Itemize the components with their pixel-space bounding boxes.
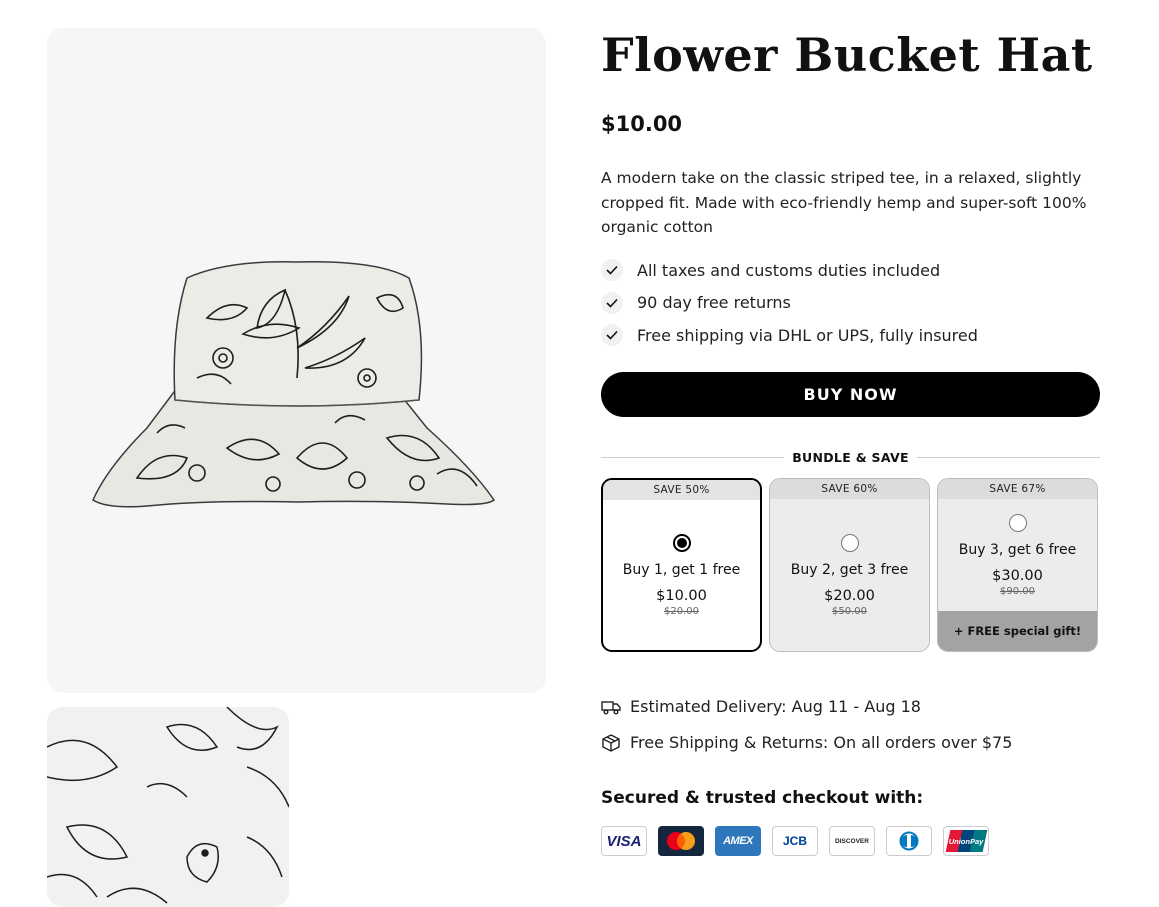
feature-list: All taxes and customs duties included 90…: [601, 254, 978, 352]
package-icon: [602, 733, 620, 752]
bundle-option-3[interactable]: SAVE 67% Buy 3, get 6 free $30.00 $90.00…: [937, 478, 1098, 652]
save-badge: SAVE 67%: [938, 479, 1097, 499]
feature-item: Free shipping via DHL or UPS, fully insu…: [601, 319, 978, 352]
estimated-delivery: Estimated Delivery: Aug 11 - Aug 18: [601, 697, 921, 716]
free-gift-banner: + FREE special gift!: [938, 611, 1097, 651]
main-product-image[interactable]: [47, 28, 546, 693]
unionpay-icon: UnionPay: [943, 826, 989, 856]
product-title: Flower Bucket Hat: [601, 28, 1093, 82]
bundle-price: $10.00: [656, 588, 707, 604]
bundle-option-1[interactable]: SAVE 50% Buy 1, get 1 free $10.00 $20.00: [601, 478, 762, 652]
save-badge: SAVE 60%: [770, 479, 929, 499]
feature-item: All taxes and customs duties included: [601, 254, 978, 287]
buy-now-button[interactable]: BUY NOW: [601, 372, 1100, 417]
check-icon: [601, 324, 623, 347]
bundle-offer: Buy 2, get 3 free: [790, 562, 909, 578]
secure-checkout-title: Secured & trusted checkout with:: [601, 788, 924, 808]
bundle-heading: BUNDLE & SAVE: [601, 448, 1101, 466]
discover-icon: DISCOVER: [829, 826, 875, 856]
bundle-option-2[interactable]: SAVE 60% Buy 2, get 3 free $20.00 $50.00: [769, 478, 930, 652]
shipping-returns: Free Shipping & Returns: On all orders o…: [601, 733, 1012, 752]
payment-methods: VISA AMEX JCB DISCOVER UnionPay: [601, 826, 1000, 856]
mastercard-icon: [658, 826, 704, 856]
divider-line: [916, 456, 1101, 458]
check-icon: [601, 259, 623, 282]
bundle-radio[interactable]: [840, 534, 859, 552]
bundle-price: $30.00: [992, 568, 1043, 584]
diners-club-icon: [886, 826, 932, 856]
bucket-hat-illustration: [92, 261, 496, 508]
product-description: A modern take on the classic striped tee…: [601, 169, 1087, 236]
bundle-original-price: $20.00: [664, 606, 699, 617]
product-thumbnail[interactable]: [47, 707, 289, 907]
bundle-price: $20.00: [824, 588, 875, 604]
feature-item: 90 day free returns: [601, 287, 978, 320]
bundle-offer: Buy 1, get 1 free: [622, 562, 741, 578]
estimated-delivery-text: Estimated Delivery: Aug 11 - Aug 18: [630, 697, 921, 716]
bundle-options: SAVE 50% Buy 1, get 1 free $10.00 $20.00…: [601, 478, 1100, 654]
product-price: $10.00: [601, 112, 683, 136]
jcb-icon: JCB: [772, 826, 818, 856]
visa-icon: VISA: [601, 826, 647, 856]
bundle-heading-label: BUNDLE & SAVE: [792, 449, 909, 465]
bundle-radio[interactable]: [672, 534, 691, 552]
bundle-original-price: $90.00: [1000, 586, 1035, 597]
amex-icon: AMEX: [715, 826, 761, 856]
shipping-returns-text: Free Shipping & Returns: On all orders o…: [630, 733, 1013, 752]
divider-line: [601, 456, 785, 458]
save-badge: SAVE 50%: [603, 480, 760, 500]
bundle-radio[interactable]: [1008, 514, 1027, 532]
hat-closeup-illustration: [47, 707, 289, 907]
feature-label: 90 day free returns: [637, 293, 791, 313]
truck-icon: [601, 700, 621, 714]
feature-label: Free shipping via DHL or UPS, fully insu…: [637, 325, 978, 345]
bundle-offer: Buy 3, get 6 free: [958, 542, 1077, 558]
bundle-original-price: $50.00: [832, 606, 867, 617]
check-icon: [601, 291, 623, 314]
feature-label: All taxes and customs duties included: [637, 260, 941, 280]
